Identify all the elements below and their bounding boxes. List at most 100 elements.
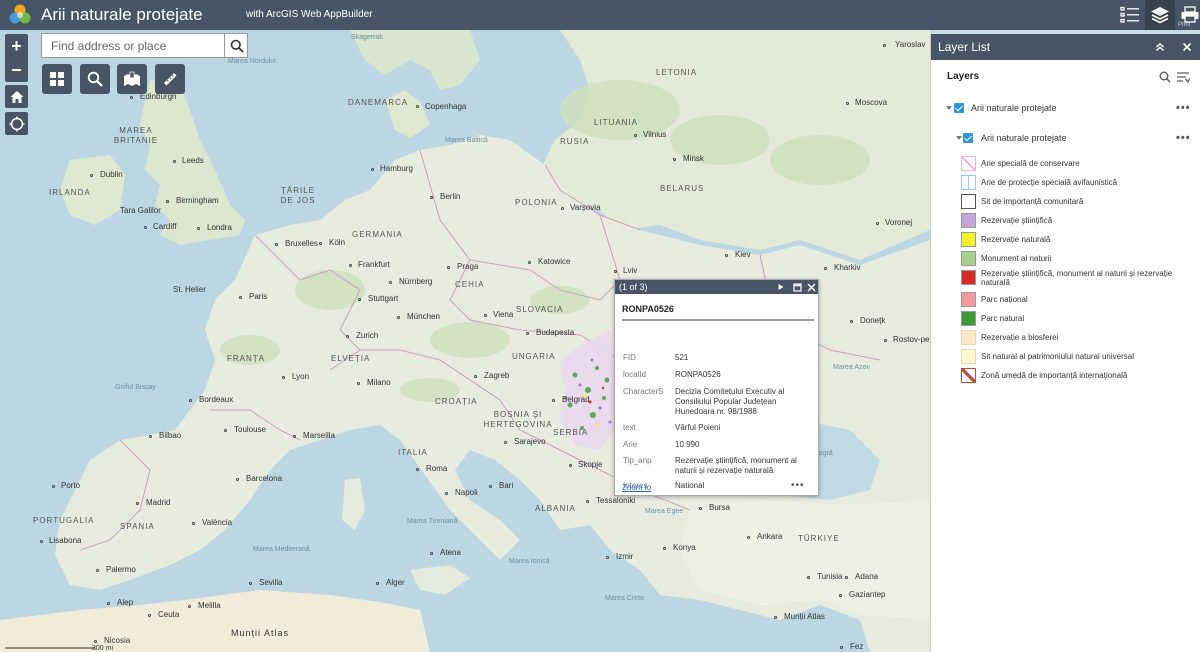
legend-swatch [961,251,976,266]
city-label: Bordeaux [199,395,234,404]
city-label: Tessaloniki [596,496,636,505]
country-label: POLONIA [515,198,558,207]
attribute-value: RONPA0526 [675,370,721,379]
city-marker [275,243,278,246]
city-marker [876,222,879,225]
city-marker [586,500,589,503]
layer-list-header: Layer List [931,34,1200,60]
home-button[interactable] [5,85,28,108]
city-marker [774,616,777,619]
country-label: IRLANDA [49,188,91,197]
city-label: Atena [440,548,461,557]
crosshair-icon [9,116,24,131]
layers-section-label: Layers [947,71,980,82]
map-view[interactable]: Skagerrak Marea Nordului Marea Baltică G… [0,30,930,652]
city-label: Bruxelles [285,239,318,248]
city-marker [239,296,242,299]
city-marker [430,552,433,555]
popup-header: (1 of 3) [615,280,818,294]
city-marker [839,594,842,597]
city-marker [634,134,637,137]
close-icon [807,283,815,291]
locate-button[interactable] [5,112,28,135]
layer-options-button[interactable] [1176,70,1191,88]
expand-sublayer-icon[interactable] [956,136,962,140]
city-marker [40,540,43,543]
city-label: Praga [457,262,479,271]
sub-layer-menu-button[interactable]: ••• [1176,132,1191,144]
search-box [41,33,248,58]
basemap-gallery-button[interactable] [42,64,72,94]
layer-list-widget-button[interactable] [1145,0,1175,30]
country-label: SERBIA [553,428,589,437]
layer-search-button[interactable] [1159,70,1171,88]
search-button[interactable] [224,34,248,57]
city-label: Gaziantep [849,590,886,599]
print-label: Print [1178,22,1191,28]
legend-widget-button[interactable] [1115,0,1145,30]
legend-swatch [961,194,976,209]
city-label: Minsk [683,154,704,163]
city-marker [349,264,352,267]
city-marker [883,44,886,47]
sea-label: Marea Egee [645,508,684,515]
zoom-out-button[interactable]: − [5,58,28,82]
popup-close-button[interactable] [805,281,817,293]
popup-maximize-button[interactable] [791,281,803,293]
city-label: Vilnius [643,130,667,139]
popup-next-button[interactable] [775,281,787,293]
city-marker [606,556,609,559]
city-label: Bilbao [159,431,182,440]
zoom-in-button[interactable]: + [5,34,28,58]
country-label: CROAȚIA [435,397,478,406]
popup-counter: (1 of 3) [619,282,648,292]
city-marker [489,485,492,488]
city-marker [319,242,322,245]
measurement-button[interactable] [155,64,185,94]
bookmark-button[interactable] [117,64,147,94]
city-marker [197,227,200,230]
expand-group-icon[interactable] [946,106,952,110]
city-label: Sevilla [259,578,283,587]
city-label: Bari [499,481,514,490]
country-label: LETONIA [656,68,698,77]
city-marker [673,158,676,161]
country-label: SPANIA [120,522,155,531]
city-marker [224,429,227,432]
sub-layer-checkbox[interactable] [963,133,973,143]
city-marker [52,485,55,488]
panel-collapse-button[interactable] [1153,40,1167,54]
query-button[interactable] [80,64,110,94]
zoom-to-link[interactable]: Zoom to [622,483,651,492]
sea-label: Marea Creta [605,595,644,602]
mountain-label: Munții Atlas [231,628,290,638]
city-marker [249,582,252,585]
city-label: Lisabona [49,536,82,545]
sea-label: Marea Azov [833,364,870,371]
city-label: Köln [329,238,346,247]
city-marker [188,605,191,608]
legend-label: Rezervație naturală [981,235,1051,244]
country-label: RUSIA [560,137,590,146]
country-label: PORTUGALIA [33,516,95,525]
legend-swatch [961,213,976,228]
legend-label: Rezervație a biosferei [981,333,1059,342]
feature-popup: (1 of 3) RONPA0526 FID 521 localId RONPA052… [614,279,819,496]
city-label: Napoli [455,488,478,497]
attribute-key: Arie [623,440,638,449]
city-label: Budapesta [536,328,575,337]
city-label: Barcelona [246,474,283,483]
group-layer-menu-button[interactable]: ••• [1176,102,1191,114]
search-input[interactable] [42,34,224,57]
panel-close-button[interactable] [1180,40,1194,54]
city-label: Roma [426,464,448,473]
city-label: Alep [117,598,134,607]
sea-label: Skagerrak [351,34,383,41]
popup-more-button[interactable]: ••• [791,480,805,491]
group-layer-checkbox[interactable] [954,103,964,113]
city-marker [846,102,849,105]
city-label: Voronej [885,218,913,227]
attribute-key: localId [623,370,647,379]
city-label: Adana [855,572,879,581]
country-label: GERMANIA [352,230,403,239]
